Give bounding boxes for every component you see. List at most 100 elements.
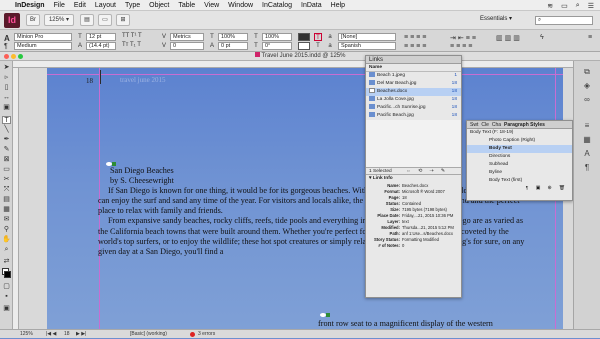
character-styles-icon[interactable]: A [581,149,593,159]
view-options-button[interactable]: ▤ [80,14,94,26]
menu-incatalog[interactable]: InCatalog [262,2,292,9]
pages-panel-icon[interactable]: ⧉ [581,67,593,77]
stroke-panel-icon[interactable]: ≡ [581,121,593,131]
stroke-swatch[interactable] [4,271,11,278]
battery-icon[interactable]: ▭ [561,2,568,10]
link-page[interactable]: 18 [452,96,457,104]
lightning-icon[interactable]: ϟ [540,34,544,41]
free-transform-tool-icon[interactable]: ⤧ [2,186,11,194]
tracking-field[interactable]: 0 [170,42,204,50]
link-page[interactable]: 18 [452,80,457,88]
link-page[interactable]: 18 [452,112,457,120]
menu-indata[interactable]: InData [301,2,322,9]
vertical-scale-field[interactable]: 100% [218,33,248,41]
kerning-field[interactable]: Metrics [170,33,204,41]
link-item[interactable]: Pacific...ch Sunrise.jpg 18 [366,104,461,112]
horizontal-scale-field[interactable]: 100% [262,33,292,41]
apply-color-icon[interactable]: ▪ [2,293,11,301]
menu-type[interactable]: Type [125,2,140,9]
indent-buttons[interactable]: ⇥⇤≡≡ [450,34,478,42]
links-panel-icon[interactable]: ∞ [581,95,593,105]
swap-colors-icon[interactable]: ⇄ [2,258,11,266]
align-buttons[interactable]: ≡≡≡≡ [404,34,428,41]
view-mode-icon[interactable]: ▣ [2,305,11,313]
paragraph-style-item[interactable]: Byline [467,169,572,177]
character-style-field[interactable]: [None] [338,33,396,41]
small-caps-button[interactable]: Tᴛ T₁ T [122,42,141,48]
font-family-field[interactable]: Minion Pro [14,33,72,41]
swatches-panel-icon[interactable]: ▦ [581,135,593,145]
menu-object[interactable]: Object [149,2,169,9]
search-icon[interactable]: ⌕ [576,2,580,10]
tab-swatches[interactable]: Swt [470,121,478,128]
content-collector-icon[interactable]: ▣ [2,104,11,112]
zoom-tool-icon[interactable]: ⌕ [2,246,11,254]
baseline-shift-field[interactable]: 0 pt [218,42,248,50]
font-size-field[interactable]: 12 pt [86,33,116,41]
direct-selection-tool-icon[interactable]: ▹ [2,74,11,82]
link-page[interactable]: 18 [452,88,457,96]
links-panel-header[interactable]: Links [366,56,461,64]
language-field[interactable]: Spanish [338,42,396,50]
menu-file[interactable]: File [54,2,65,9]
menu-table[interactable]: Table [178,2,195,9]
anchored-object-icon[interactable] [106,154,118,166]
link-info-header[interactable]: ▾ Link Info [366,175,461,183]
link-page[interactable]: 18 [452,104,457,112]
rectangle-frame-tool-icon[interactable]: ⊠ [2,156,11,164]
formatting-container-icon[interactable]: ▢ [2,283,11,291]
link-item[interactable]: Pacific Beach.jpg 18 [366,112,461,120]
bridge-button[interactable]: Br [26,14,40,26]
tab-paragraph-styles[interactable]: Paragraph Styles [504,121,545,128]
horizontal-ruler[interactable] [13,61,573,68]
menu-help[interactable]: Help [331,2,345,9]
help-search-input[interactable]: ⌕ [535,16,593,25]
spacing-buttons[interactable]: ≡≡≡≡ [450,43,474,50]
menu-window[interactable]: Window [228,2,253,9]
text-fill-icon[interactable]: T [314,33,322,41]
gap-tool-icon[interactable]: ↔ [2,94,11,102]
selection-tool-icon[interactable]: ➤ [2,64,11,72]
all-caps-button[interactable]: TT T¹ T [122,33,142,39]
paragraph-style-item[interactable]: Photo Caption (Right) [467,137,572,145]
link-item-selected[interactable]: Beaches.docx 18 [366,88,461,96]
paragraph-style-item[interactable]: Subhead [467,161,572,169]
page-tool-icon[interactable]: ▯ [2,84,11,92]
scissors-tool-icon[interactable]: ✂ [2,176,11,184]
paragraph-formatting-icon[interactable]: ¶ [4,43,8,50]
menu-app-name[interactable]: InDesign [15,2,45,9]
panel-menu-icon[interactable]: ≡ [588,34,592,41]
anchored-object-icon-2[interactable] [320,305,332,317]
note-tool-icon[interactable]: ✉ [2,216,11,224]
character-formatting-icon[interactable]: A [4,34,10,43]
menu-view[interactable]: View [204,2,219,9]
column-buttons[interactable]: ▥▥▥ [496,34,522,42]
link-item[interactable]: Beach 1.jpeg 1 [366,72,461,80]
hand-tool-icon[interactable]: ✋ [2,236,11,244]
links-column-header[interactable]: Name [366,64,461,72]
workspace-switcher[interactable]: Essentials ▾ [480,15,512,22]
paragraph-style-item-selected[interactable]: Body Text [467,145,572,153]
list-icon[interactable]: ☰ [588,2,594,10]
gradient-tool-icon[interactable]: ▤ [2,196,11,204]
line-tool-icon[interactable]: ╲ [2,126,11,134]
gradient-feather-tool-icon[interactable]: ▦ [2,206,11,214]
type-tool-icon[interactable]: T [2,116,11,124]
fill-color-swatch[interactable] [298,33,310,41]
rectangle-tool-icon[interactable]: ▭ [2,166,11,174]
paragraph-style-item[interactable]: Directions [467,153,572,161]
paragraph-style-item[interactable]: Body Text (first) [467,177,572,185]
layers-panel-icon[interactable]: ◈ [581,81,593,91]
menu-edit[interactable]: Edit [74,2,86,9]
paragraph-styles-footer[interactable]: ¶ ▣ ⊕ 🗑 [467,185,572,193]
links-action-icons[interactable]: ⇔ ⟲ ⇢ ✎ [406,168,448,174]
link-item[interactable]: Del Mar Beach.jpg 18 [366,80,461,88]
text-stroke-icon[interactable]: T [314,42,322,50]
story-column-2[interactable]: front row seat to a magnificent display … [318,319,568,329]
eyedropper-tool-icon[interactable]: ⚲ [2,226,11,234]
paragraph-styles-icon[interactable]: ¶ [581,163,593,173]
leading-field[interactable]: (14.4 pt) [86,42,116,50]
arrange-documents-button[interactable]: ⊞ [116,14,130,26]
tab-cell-styles[interactable]: Cle [481,121,489,128]
justify-buttons[interactable]: ≡≡≡≡ [404,43,428,50]
